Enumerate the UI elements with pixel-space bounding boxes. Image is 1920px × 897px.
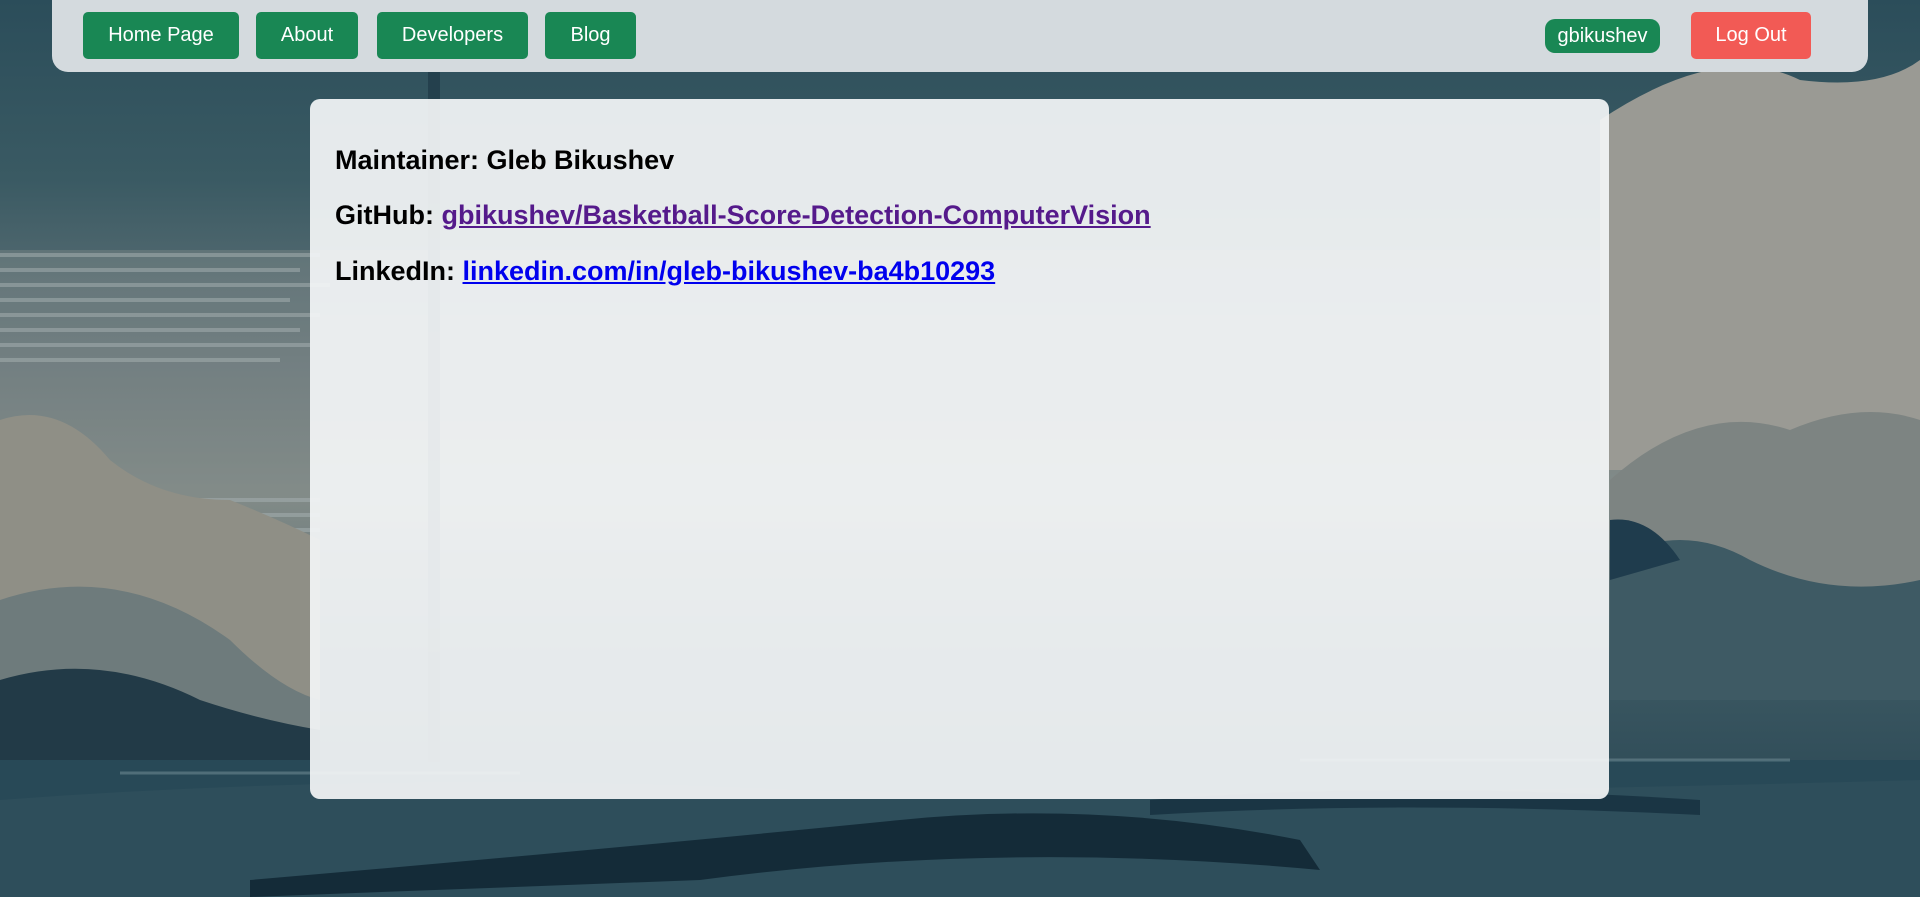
github-label: GitHub: [335,200,434,230]
about-button[interactable]: About [256,12,358,59]
maintainer-line: Maintainer: Gleb Bikushev [335,145,674,176]
linkedin-line: LinkedIn: linkedin.com/in/gleb-bikushev-… [335,256,995,287]
maintainer-name: Gleb Bikushev [486,145,675,175]
github-line: GitHub: gbikushev/Basketball-Score-Detec… [335,200,1151,231]
log-out-button[interactable]: Log Out [1691,12,1811,59]
blog-button[interactable]: Blog [545,12,636,59]
maintainer-label: Maintainer: [335,145,480,175]
developer-info-card: Maintainer: Gleb Bikushev GitHub: gbikus… [310,99,1609,799]
home-page-button[interactable]: Home Page [83,12,239,59]
github-repo-link[interactable]: gbikushev/Basketball-Score-Detection-Com… [442,200,1151,230]
username-badge[interactable]: gbikushev [1545,19,1660,53]
linkedin-label: LinkedIn: [335,256,455,286]
developers-button[interactable]: Developers [377,12,528,59]
linkedin-profile-link[interactable]: linkedin.com/in/gleb-bikushev-ba4b10293 [463,256,996,286]
